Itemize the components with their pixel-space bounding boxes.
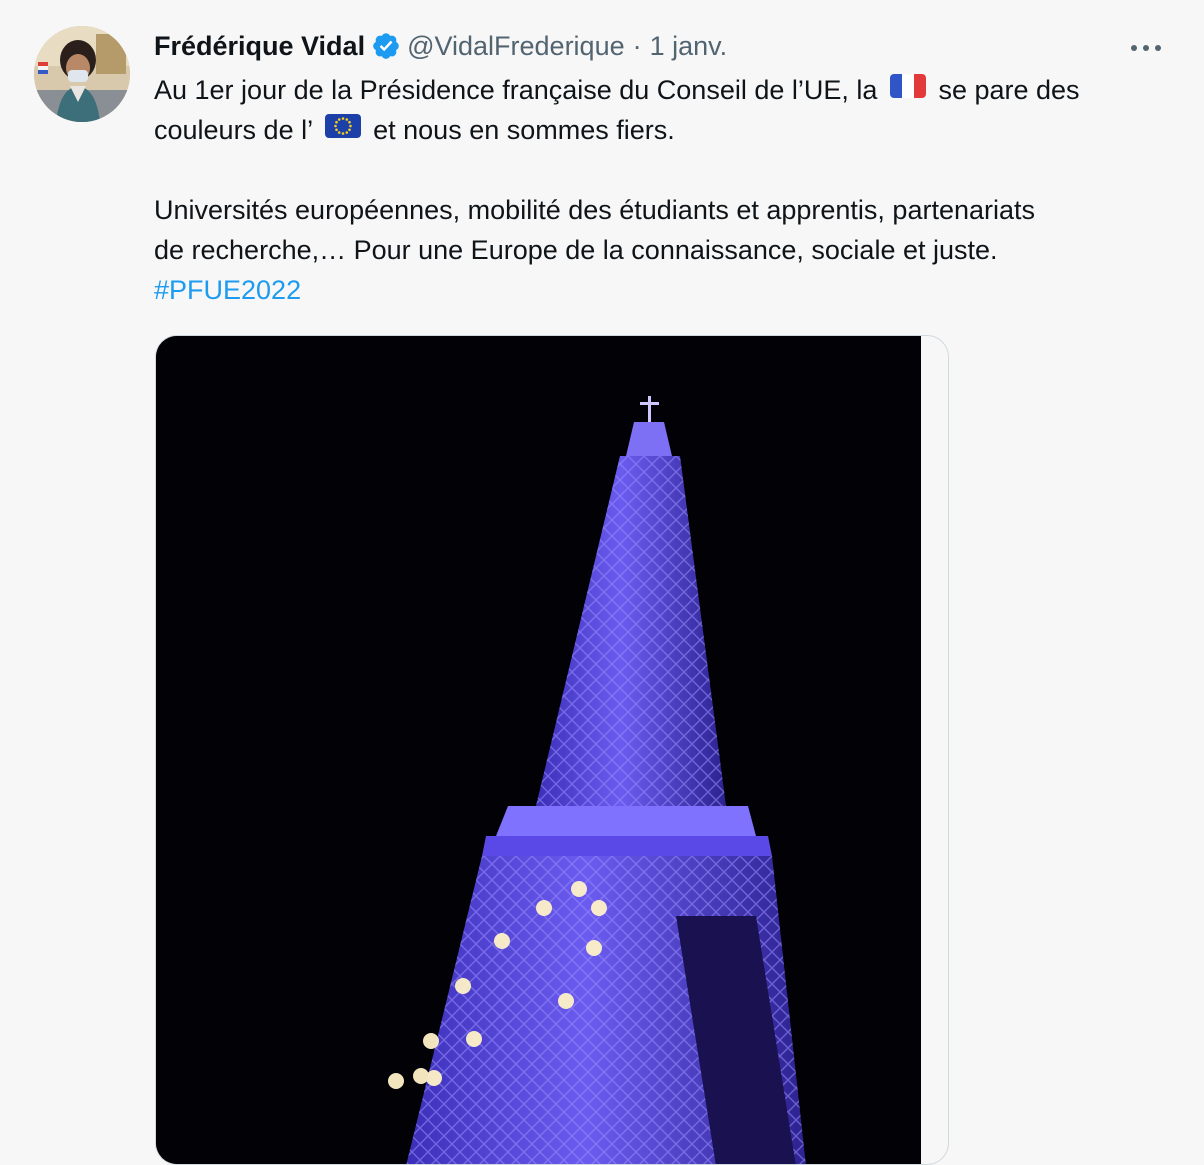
tweet-text: Au 1er jour de la Présidence française d… [154, 70, 1184, 310]
verified-badge-icon [371, 31, 401, 61]
avatar-image [34, 26, 130, 122]
tweet-media[interactable] [155, 335, 949, 1165]
tweet-line-3: Universités européennes, mobilité des ét… [154, 195, 1036, 225]
tweet-text-part: couleurs de l’ [154, 115, 313, 146]
tweet-line-2: couleurs de l’ et nous en sommes fiers. [154, 110, 1184, 150]
separator-dot: · [632, 30, 642, 61]
tweet-line-1: Au 1er jour de la Présidence française d… [154, 70, 1184, 110]
eu-flag-icon [324, 110, 362, 150]
france-flag-icon [889, 70, 927, 110]
tweet-line-5: #PFUE2022 [154, 270, 1184, 310]
tweet-date[interactable]: 1 janv. [650, 31, 728, 62]
tweet-text-part: et nous en sommes fiers. [373, 115, 675, 146]
tweet-header: Frédérique Vidal @VidalFrederique · 1 ja… [154, 28, 727, 64]
author-name[interactable]: Frédérique Vidal [154, 31, 365, 62]
paragraph-break [154, 150, 1184, 190]
more-options-icon[interactable] [1126, 30, 1166, 66]
tweet-text-part: Au 1er jour de la Présidence française d… [154, 75, 878, 106]
tweet-text-part: se pare des [938, 75, 1080, 106]
hashtag-link[interactable]: #PFUE2022 [154, 275, 301, 305]
tweet-line-4: de recherche,… Pour une Europe de la con… [154, 235, 998, 265]
eiffel-tower-photo [156, 336, 921, 1164]
avatar[interactable] [34, 26, 130, 122]
author-handle[interactable]: @VidalFrederique [407, 31, 625, 62]
tweet[interactable]: Frédérique Vidal @VidalFrederique · 1 ja… [0, 0, 1204, 1165]
